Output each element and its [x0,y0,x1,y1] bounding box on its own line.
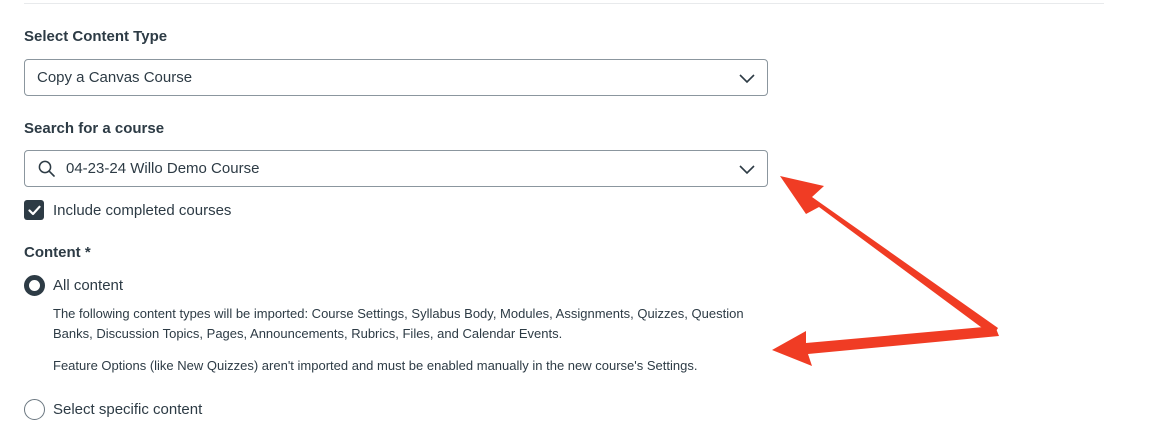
annotation-arrows [772,176,999,366]
annotation-arrow-lower [772,326,999,366]
annotation-arrow-upper [780,176,998,336]
